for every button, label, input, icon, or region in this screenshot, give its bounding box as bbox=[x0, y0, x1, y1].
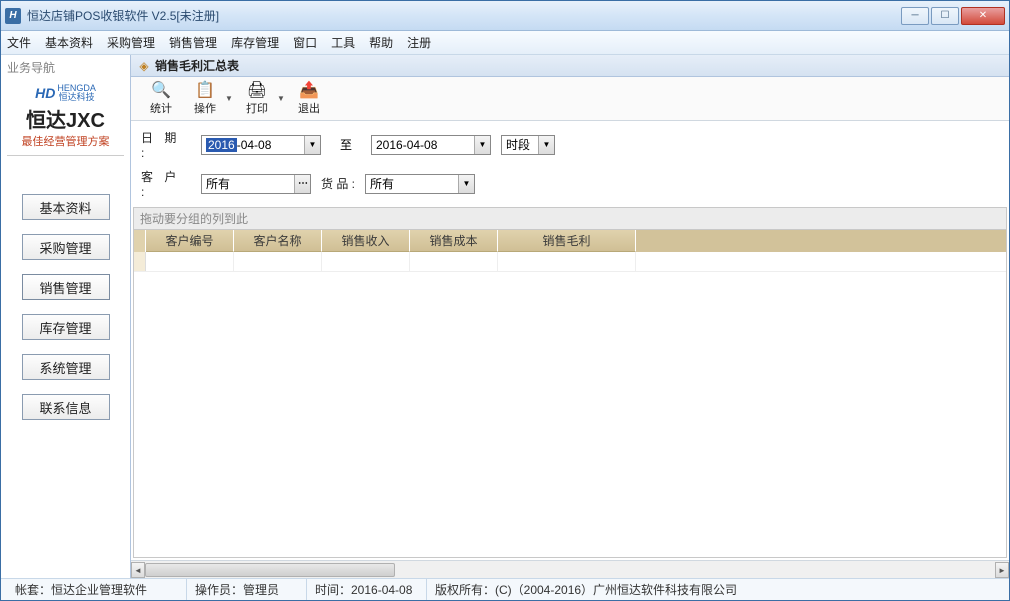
chevron-down-icon[interactable]: ▼ bbox=[225, 94, 233, 103]
nav-purchase[interactable]: 采购管理 bbox=[22, 234, 110, 260]
menu-help[interactable]: 帮助 bbox=[369, 34, 393, 51]
date-from-input[interactable]: 2016-04-08 ▼ bbox=[201, 135, 321, 155]
filter-row-customer: 客 户 : 所有 ⋯ 货 品 : 所有 ▼ bbox=[141, 168, 999, 199]
chevron-down-icon[interactable]: ▼ bbox=[304, 136, 320, 154]
scroll-right-arrow[interactable]: ► bbox=[995, 562, 1009, 578]
ellipsis-icon[interactable]: ⋯ bbox=[294, 175, 310, 193]
grid-body[interactable] bbox=[134, 252, 1006, 557]
minimize-button[interactable]: ─ bbox=[901, 7, 929, 25]
filter-area: 日 期 : 2016-04-08 ▼ 至 2016-04-08 ▼ 时段 ▼ bbox=[131, 121, 1009, 203]
sidebar-title: 业务导航 bbox=[1, 55, 130, 80]
menu-window[interactable]: 窗口 bbox=[293, 34, 317, 51]
body-area: 业务导航 HD HENGDA 恒达科技 恒达JXC 最佳经营管理方案 基本资料 … bbox=[1, 55, 1009, 578]
table-row[interactable] bbox=[134, 252, 1006, 272]
chevron-down-icon[interactable]: ▼ bbox=[538, 136, 554, 154]
menu-file[interactable]: 文件 bbox=[7, 34, 31, 51]
filter-row-date: 日 期 : 2016-04-08 ▼ 至 2016-04-08 ▼ 时段 ▼ bbox=[141, 129, 999, 160]
status-account: 帐套：恒达企业管理软件 bbox=[7, 579, 187, 600]
clipboard-icon: 📋 bbox=[195, 82, 215, 100]
app-window: H 恒达店铺POS收银软件 V2.5[未注册] ─ ☐ ✕ 文件 基本资料 采购… bbox=[0, 0, 1010, 601]
close-button[interactable]: ✕ bbox=[961, 7, 1005, 25]
menu-basic[interactable]: 基本资料 bbox=[45, 34, 93, 51]
window-title: 恒达店铺POS收银软件 V2.5[未注册] bbox=[27, 7, 901, 24]
tool-stats[interactable]: 🔍 统计 bbox=[141, 79, 181, 119]
label-to: 至 bbox=[331, 136, 361, 153]
status-time: 时间：2016-04-08 bbox=[307, 579, 427, 600]
tool-exit[interactable]: 📤 退出 bbox=[289, 79, 329, 119]
period-combo[interactable]: 时段 ▼ bbox=[501, 135, 555, 155]
row-selector-header bbox=[134, 230, 146, 252]
tool-operate[interactable]: 📋 操作 bbox=[185, 79, 225, 119]
label-customer: 客 户 : bbox=[141, 168, 191, 199]
sidebar: 业务导航 HD HENGDA 恒达科技 恒达JXC 最佳经营管理方案 基本资料 … bbox=[1, 55, 131, 578]
exit-icon: 📤 bbox=[299, 82, 319, 100]
main-panel: ◈ 销售毛利汇总表 🔍 统计 📋 操作 ▼ 🖨 打印 ▼ bbox=[131, 55, 1009, 578]
menu-tools[interactable]: 工具 bbox=[331, 34, 355, 51]
nav-system[interactable]: 系统管理 bbox=[22, 354, 110, 380]
data-grid: 拖动要分组的列到此 客户编号 客户名称 销售收入 销售成本 销售毛利 bbox=[133, 207, 1007, 558]
app-icon: H bbox=[5, 8, 21, 24]
maximize-button[interactable]: ☐ bbox=[931, 7, 959, 25]
scroll-left-arrow[interactable]: ◄ bbox=[131, 562, 145, 578]
chevron-down-icon[interactable]: ▼ bbox=[277, 94, 285, 103]
goods-combo[interactable]: 所有 ▼ bbox=[365, 174, 475, 194]
report-icon: ◈ bbox=[137, 59, 151, 73]
tab-title: 销售毛利汇总表 bbox=[155, 57, 239, 74]
nav-list: 基本资料 采购管理 销售管理 库存管理 系统管理 联系信息 bbox=[1, 164, 130, 420]
menu-stock[interactable]: 库存管理 bbox=[231, 34, 279, 51]
magnify-icon: 🔍 bbox=[151, 82, 171, 100]
toolbar: 🔍 统计 📋 操作 ▼ 🖨 打印 ▼ 📤 退出 bbox=[131, 77, 1009, 121]
col-profit[interactable]: 销售毛利 bbox=[498, 230, 636, 252]
col-customer-name[interactable]: 客户名称 bbox=[234, 230, 322, 252]
menubar: 文件 基本资料 采购管理 销售管理 库存管理 窗口 工具 帮助 注册 bbox=[1, 31, 1009, 55]
logo-brand: HD HENGDA 恒达科技 bbox=[7, 84, 124, 102]
statusbar: 帐套：恒达企业管理软件 操作员：管理员 时间：2016-04-08 版权所有：(… bbox=[1, 578, 1009, 600]
col-cost[interactable]: 销售成本 bbox=[410, 230, 498, 252]
logo-main: 恒达JXC bbox=[7, 104, 124, 133]
nav-contact[interactable]: 联系信息 bbox=[22, 394, 110, 420]
row-selector[interactable] bbox=[134, 252, 146, 271]
date-to-input[interactable]: 2016-04-08 ▼ bbox=[371, 135, 491, 155]
window-controls: ─ ☐ ✕ bbox=[901, 7, 1005, 25]
col-revenue[interactable]: 销售收入 bbox=[322, 230, 410, 252]
horizontal-scrollbar[interactable]: ◄ ► bbox=[131, 560, 1009, 578]
logo-sub: 最佳经营管理方案 bbox=[7, 133, 124, 156]
scroll-thumb[interactable] bbox=[145, 563, 395, 577]
nav-stock[interactable]: 库存管理 bbox=[22, 314, 110, 340]
group-hint[interactable]: 拖动要分组的列到此 bbox=[134, 208, 1006, 230]
grid-header: 客户编号 客户名称 销售收入 销售成本 销售毛利 bbox=[134, 230, 1006, 252]
label-date: 日 期 : bbox=[141, 129, 191, 160]
menu-register[interactable]: 注册 bbox=[407, 34, 431, 51]
logo: HD HENGDA 恒达科技 恒达JXC 最佳经营管理方案 bbox=[1, 80, 130, 164]
printer-icon: 🖨 bbox=[247, 82, 267, 100]
label-goods: 货 品 : bbox=[321, 175, 355, 192]
chevron-down-icon[interactable]: ▼ bbox=[474, 136, 490, 154]
tab-header: ◈ 销售毛利汇总表 bbox=[131, 55, 1009, 77]
nav-basic[interactable]: 基本资料 bbox=[22, 194, 110, 220]
col-customer-id[interactable]: 客户编号 bbox=[146, 230, 234, 252]
tool-print[interactable]: 🖨 打印 bbox=[237, 79, 277, 119]
menu-purchase[interactable]: 采购管理 bbox=[107, 34, 155, 51]
menu-sales[interactable]: 销售管理 bbox=[169, 34, 217, 51]
nav-sales[interactable]: 销售管理 bbox=[22, 274, 110, 300]
titlebar: H 恒达店铺POS收银软件 V2.5[未注册] ─ ☐ ✕ bbox=[1, 1, 1009, 31]
status-copyright: 版权所有：(C)（2004-2016）广州恒达软件科技有限公司 bbox=[427, 579, 745, 600]
chevron-down-icon[interactable]: ▼ bbox=[458, 175, 474, 193]
customer-combo[interactable]: 所有 ⋯ bbox=[201, 174, 311, 194]
status-operator: 操作员：管理员 bbox=[187, 579, 307, 600]
